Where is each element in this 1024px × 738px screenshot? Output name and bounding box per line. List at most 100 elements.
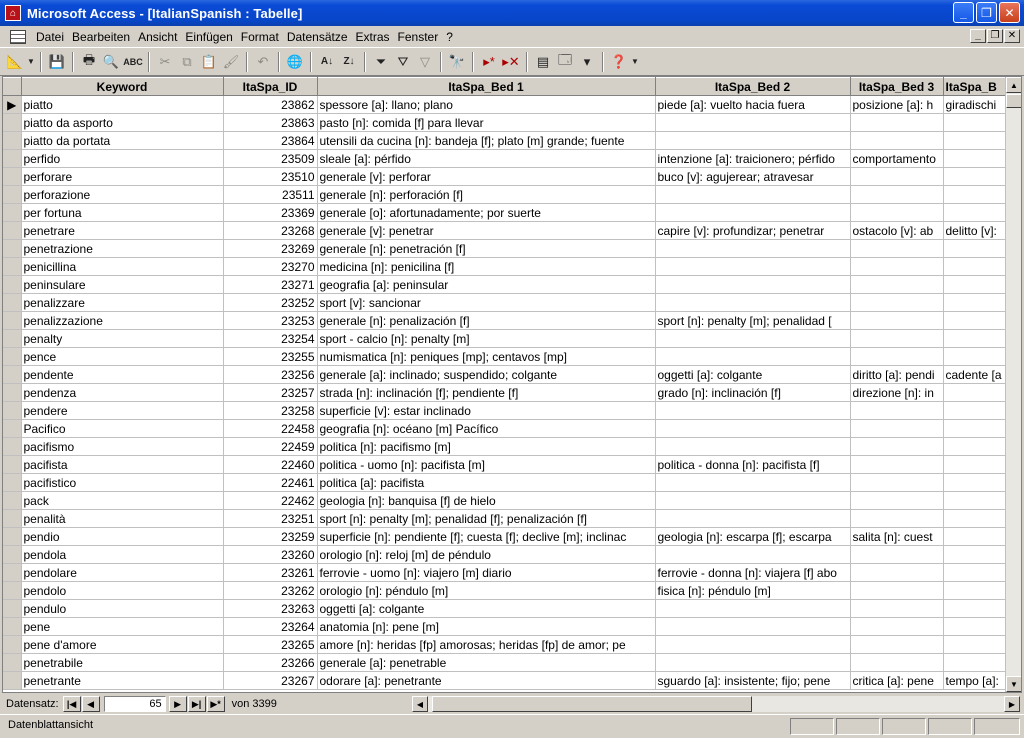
print-icon[interactable]: 🖶 bbox=[78, 51, 100, 73]
cell-bed1[interactable]: sport [v]: sancionar bbox=[317, 293, 656, 312]
table-row[interactable]: penetrare 23268 generale [v]: penetrar capi… bbox=[3, 221, 1006, 240]
cell-bed4[interactable] bbox=[943, 347, 1006, 366]
row-selector[interactable] bbox=[3, 563, 22, 582]
column-header-bed4[interactable]: ItaSpa_B bbox=[943, 77, 1006, 96]
delete-record-icon[interactable]: ▸✕ bbox=[500, 51, 522, 73]
cell-bed1[interactable]: politica - uomo [n]: pacifista [m] bbox=[317, 455, 656, 474]
cell-keyword[interactable]: pendenza bbox=[21, 383, 224, 402]
cell-keyword[interactable]: pendulo bbox=[21, 599, 224, 618]
cell-keyword[interactable]: penetrabile bbox=[21, 653, 224, 672]
cell-bed1[interactable]: generale [n]: perforación [f] bbox=[317, 185, 656, 204]
cell-bed2[interactable]: politica - donna [n]: pacifista [f] bbox=[655, 455, 851, 474]
cell-bed4[interactable] bbox=[943, 599, 1006, 618]
cell-keyword[interactable]: penalizzare bbox=[21, 293, 224, 312]
table-row[interactable]: per fortuna 23369 generale [o]: afortunada… bbox=[3, 203, 1006, 222]
cell-id[interactable]: 23254 bbox=[223, 329, 318, 348]
row-selector[interactable] bbox=[3, 635, 22, 654]
row-selector[interactable] bbox=[3, 581, 22, 600]
cell-bed3[interactable] bbox=[850, 437, 944, 456]
cell-bed3[interactable] bbox=[850, 491, 944, 510]
cell-bed4[interactable]: cadente [a bbox=[943, 365, 1006, 384]
cell-bed2[interactable]: geologia [n]: escarpa [f]; escarpa bbox=[655, 527, 851, 546]
cell-bed3[interactable]: critica [a]: pene bbox=[850, 671, 944, 690]
cell-id[interactable]: 23260 bbox=[223, 545, 318, 564]
cell-bed4[interactable]: giradischi bbox=[943, 95, 1006, 114]
table-row[interactable]: penalizzazione 23253 generale [n]: penaliz… bbox=[3, 311, 1006, 330]
table-row[interactable]: peninsulare 23271 geografia [a]: peninsula… bbox=[3, 275, 1006, 294]
row-selector-header[interactable] bbox=[3, 77, 22, 96]
cell-bed1[interactable]: utensili da cucina [n]: bandeja [f]; pla… bbox=[317, 131, 656, 150]
row-selector[interactable] bbox=[3, 275, 22, 294]
cell-bed2[interactable] bbox=[655, 239, 851, 258]
cell-keyword[interactable]: pendente bbox=[21, 365, 224, 384]
cell-bed4[interactable] bbox=[943, 527, 1006, 546]
horizontal-scroll-thumb[interactable] bbox=[432, 696, 752, 712]
row-selector[interactable] bbox=[3, 185, 22, 204]
cell-bed1[interactable]: generale [v]: penetrar bbox=[317, 221, 656, 240]
cell-bed4[interactable] bbox=[943, 635, 1006, 654]
cell-bed4[interactable] bbox=[943, 563, 1006, 582]
cell-bed4[interactable] bbox=[943, 149, 1006, 168]
sort-ascending-icon[interactable]: A↓ bbox=[316, 51, 338, 73]
cell-bed1[interactable]: generale [v]: perforar bbox=[317, 167, 656, 186]
row-selector[interactable] bbox=[3, 383, 22, 402]
last-record-button[interactable]: ▶| bbox=[187, 696, 206, 712]
row-selector[interactable] bbox=[3, 491, 22, 510]
row-selector[interactable] bbox=[3, 203, 22, 222]
new-record-nav-button[interactable]: ▶* bbox=[206, 696, 225, 712]
cell-bed2[interactable]: sguardo [a]: insistente; fijo; pene bbox=[655, 671, 851, 690]
cell-bed3[interactable] bbox=[850, 185, 944, 204]
cell-id[interactable]: 23251 bbox=[223, 509, 318, 528]
table-row[interactable]: pene d'amore 23265 amore [n]: heridas [fp]… bbox=[3, 635, 1006, 654]
cell-bed3[interactable]: posizione [a]: h bbox=[850, 95, 944, 114]
cell-bed2[interactable] bbox=[655, 617, 851, 636]
cell-keyword[interactable]: penalty bbox=[21, 329, 224, 348]
scroll-down-button[interactable]: ▼ bbox=[1006, 676, 1021, 692]
menu-einfuegen[interactable]: Einfügen bbox=[181, 30, 236, 44]
table-row[interactable]: pendio 23259 superficie [n]: pendiente [f]… bbox=[3, 527, 1006, 546]
row-selector[interactable] bbox=[3, 365, 22, 384]
menu-extras[interactable]: Extras bbox=[352, 30, 394, 44]
new-object-icon[interactable]: ▾ bbox=[576, 51, 598, 73]
cell-bed1[interactable]: amore [n]: heridas [fp] amorosas; herida… bbox=[317, 635, 656, 654]
cell-bed3[interactable] bbox=[850, 653, 944, 672]
print-preview-icon[interactable]: 🔍 bbox=[100, 51, 122, 73]
row-selector[interactable] bbox=[3, 311, 22, 330]
table-row[interactable]: piatto da portata 23864 utensili da cucina… bbox=[3, 131, 1006, 150]
cell-keyword[interactable]: penetrante bbox=[21, 671, 224, 690]
cell-bed1[interactable]: ferrovie - uomo [n]: viajero [m] diario bbox=[317, 563, 656, 582]
cell-id[interactable]: 23863 bbox=[223, 113, 318, 132]
cell-keyword[interactable]: pendio bbox=[21, 527, 224, 546]
cell-bed1[interactable]: sport [n]: penalty [m]; penalidad [f]; p… bbox=[317, 509, 656, 528]
cell-id[interactable]: 23269 bbox=[223, 239, 318, 258]
row-selector[interactable] bbox=[3, 329, 22, 348]
cell-id[interactable]: 23511 bbox=[223, 185, 318, 204]
cell-bed2[interactable] bbox=[655, 491, 851, 510]
first-record-button[interactable]: |◀ bbox=[62, 696, 81, 712]
cell-keyword[interactable]: pendolare bbox=[21, 563, 224, 582]
cell-id[interactable]: 23264 bbox=[223, 617, 318, 636]
column-header-id[interactable]: ItaSpa_ID bbox=[223, 77, 318, 96]
cell-bed2[interactable] bbox=[655, 419, 851, 438]
cell-keyword[interactable]: pack bbox=[21, 491, 224, 510]
cell-keyword[interactable]: pacifistico bbox=[21, 473, 224, 492]
filter-by-selection-icon[interactable]: ⏷ bbox=[370, 51, 392, 73]
cell-bed3[interactable]: salita [n]: cuest bbox=[850, 527, 944, 546]
spellcheck-icon[interactable]: ABC bbox=[122, 51, 144, 73]
cell-bed4[interactable] bbox=[943, 419, 1006, 438]
cell-bed1[interactable]: generale [n]: penetración [f] bbox=[317, 239, 656, 258]
cell-bed1[interactable]: odorare [a]: penetrante bbox=[317, 671, 656, 690]
cell-bed4[interactable] bbox=[943, 401, 1006, 420]
cell-keyword[interactable]: pene bbox=[21, 617, 224, 636]
cell-bed3[interactable] bbox=[850, 617, 944, 636]
cell-bed1[interactable]: orologio [n]: péndulo [m] bbox=[317, 581, 656, 600]
cell-bed1[interactable]: sleale [a]: pérfido bbox=[317, 149, 656, 168]
cell-bed1[interactable]: spessore [a]: llano; plano bbox=[317, 95, 656, 114]
cell-bed1[interactable]: generale [a]: penetrable bbox=[317, 653, 656, 672]
format-painter-icon[interactable]: 🖌 bbox=[220, 51, 242, 73]
cell-id[interactable]: 23256 bbox=[223, 365, 318, 384]
cell-bed3[interactable] bbox=[850, 131, 944, 150]
cell-bed4[interactable] bbox=[943, 383, 1006, 402]
paste-icon[interactable]: 📋 bbox=[198, 51, 220, 73]
cell-id[interactable]: 23255 bbox=[223, 347, 318, 366]
